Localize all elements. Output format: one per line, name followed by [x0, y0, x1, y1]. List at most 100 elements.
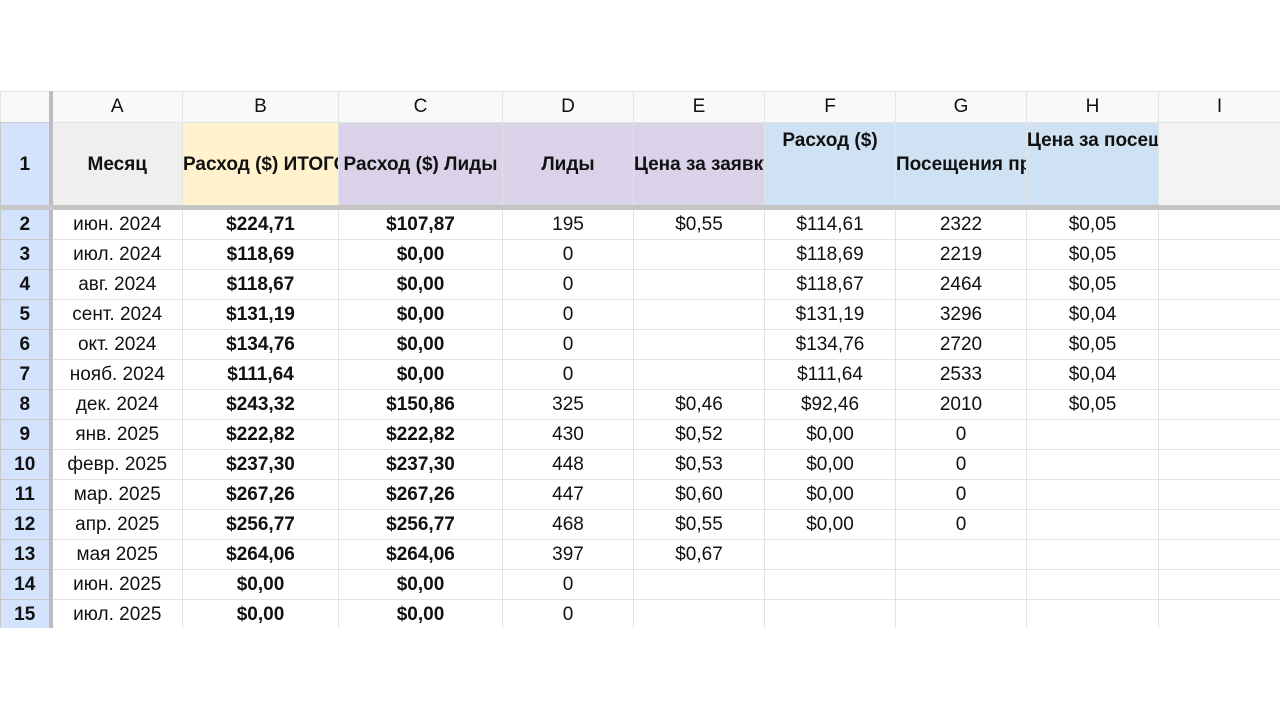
row-number[interactable]: 9: [0, 419, 53, 450]
cell-total-spend[interactable]: $118,67: [182, 269, 339, 300]
cell-profile-visits[interactable]: [895, 599, 1027, 628]
cell-leads-spend[interactable]: $222,82: [338, 419, 503, 450]
cell-month[interactable]: мая 2025: [50, 539, 183, 570]
cell-profile-spend[interactable]: $131,19: [764, 299, 896, 330]
row-number[interactable]: 2: [0, 207, 53, 240]
cell-cost-per-visit[interactable]: [1026, 539, 1159, 570]
cell-leads[interactable]: 0: [502, 329, 634, 360]
cell-cost-per-visit[interactable]: [1026, 419, 1159, 450]
cell-leads[interactable]: 0: [502, 359, 634, 390]
row-number[interactable]: 7: [0, 359, 53, 390]
cell-leads[interactable]: 195: [502, 207, 634, 240]
cell-month[interactable]: сент. 2024: [50, 299, 183, 330]
cell-profile-spend[interactable]: $92,46: [764, 389, 896, 420]
cell-profile-visits[interactable]: 0: [895, 419, 1027, 450]
row-number[interactable]: 4: [0, 269, 53, 300]
cell-empty-i[interactable]: [1158, 329, 1280, 360]
cell-cost-per-visit[interactable]: $0,05: [1026, 269, 1159, 300]
cell-empty-i[interactable]: [1158, 239, 1280, 270]
cell-cost-per-lead[interactable]: [633, 329, 765, 360]
cell-total-spend[interactable]: $0,00: [182, 569, 339, 600]
cell-empty-i[interactable]: [1158, 359, 1280, 390]
cell-total-spend[interactable]: $264,06: [182, 539, 339, 570]
cell-leads[interactable]: 0: [502, 569, 634, 600]
row-number[interactable]: 12: [0, 509, 53, 540]
cell-cost-per-visit[interactable]: $0,05: [1026, 389, 1159, 420]
cell-empty-i[interactable]: [1158, 449, 1280, 480]
cell-profile-spend[interactable]: $0,00: [764, 419, 896, 450]
row-number[interactable]: 8: [0, 389, 53, 420]
cell-leads[interactable]: 397: [502, 539, 634, 570]
cell-cost-per-visit[interactable]: [1026, 449, 1159, 480]
cell-leads[interactable]: 0: [502, 299, 634, 330]
cell-leads-spend[interactable]: $0,00: [338, 329, 503, 360]
cell-cost-per-lead[interactable]: [633, 269, 765, 300]
column-header-f[interactable]: F: [764, 91, 896, 123]
cell-profile-spend[interactable]: $134,76: [764, 329, 896, 360]
cell-total-spend[interactable]: $131,19: [182, 299, 339, 330]
cell-month[interactable]: дек. 2024: [50, 389, 183, 420]
cell-profile-visits[interactable]: 0: [895, 509, 1027, 540]
cell-profile-visits[interactable]: 0: [895, 479, 1027, 510]
cell-empty-i[interactable]: [1158, 299, 1280, 330]
cell-total-spend[interactable]: $134,76: [182, 329, 339, 360]
cell-cost-per-visit[interactable]: $0,04: [1026, 359, 1159, 390]
cell-leads-spend[interactable]: $264,06: [338, 539, 503, 570]
cell-month[interactable]: февр. 2025: [50, 449, 183, 480]
header-leads-spend[interactable]: Расход ($) Лиды: [338, 122, 503, 210]
cell-total-spend[interactable]: $237,30: [182, 449, 339, 480]
select-all-corner[interactable]: [0, 91, 53, 123]
cell-cost-per-lead[interactable]: $0,46: [633, 389, 765, 420]
cell-profile-visits[interactable]: 0: [895, 449, 1027, 480]
cell-month[interactable]: мар. 2025: [50, 479, 183, 510]
cell-leads[interactable]: 325: [502, 389, 634, 420]
cell-profile-spend[interactable]: $0,00: [764, 449, 896, 480]
cell-total-spend[interactable]: $222,82: [182, 419, 339, 450]
cell-month[interactable]: июн. 2025: [50, 569, 183, 600]
row-number[interactable]: 13: [0, 539, 53, 570]
cell-profile-visits[interactable]: 2322: [895, 207, 1027, 240]
cell-profile-spend[interactable]: $118,67: [764, 269, 896, 300]
cell-total-spend[interactable]: $111,64: [182, 359, 339, 390]
cell-profile-visits[interactable]: 2720: [895, 329, 1027, 360]
row-number[interactable]: 11: [0, 479, 53, 510]
cell-leads[interactable]: 430: [502, 419, 634, 450]
cell-profile-visits[interactable]: 2010: [895, 389, 1027, 420]
row-number[interactable]: 14: [0, 569, 53, 600]
cell-total-spend[interactable]: $243,32: [182, 389, 339, 420]
cell-leads-spend[interactable]: $0,00: [338, 239, 503, 270]
header-leads[interactable]: Лиды: [502, 122, 634, 210]
cell-cost-per-lead[interactable]: [633, 299, 765, 330]
cell-leads-spend[interactable]: $0,00: [338, 569, 503, 600]
column-header-d[interactable]: D: [502, 91, 634, 123]
header-profile-spend[interactable]: Расход ($): [764, 122, 896, 210]
cell-profile-visits[interactable]: 2219: [895, 239, 1027, 270]
cell-empty-i[interactable]: [1158, 539, 1280, 570]
cell-cost-per-visit[interactable]: [1026, 479, 1159, 510]
cell-profile-visits[interactable]: 3296: [895, 299, 1027, 330]
cell-empty-i[interactable]: [1158, 479, 1280, 510]
cell-profile-visits[interactable]: 2464: [895, 269, 1027, 300]
cell-month[interactable]: янв. 2025: [50, 419, 183, 450]
cell-cost-per-lead[interactable]: [633, 239, 765, 270]
cell-leads-spend[interactable]: $0,00: [338, 599, 503, 628]
column-header-e[interactable]: E: [633, 91, 765, 123]
cell-cost-per-lead[interactable]: $0,67: [633, 539, 765, 570]
cell-cost-per-lead[interactable]: [633, 359, 765, 390]
cell-profile-visits[interactable]: 2533: [895, 359, 1027, 390]
header-empty-i[interactable]: [1158, 122, 1280, 210]
cell-cost-per-lead[interactable]: [633, 599, 765, 628]
cell-empty-i[interactable]: [1158, 419, 1280, 450]
row-number[interactable]: 6: [0, 329, 53, 360]
cell-leads-spend[interactable]: $237,30: [338, 449, 503, 480]
row-number[interactable]: 1: [0, 122, 53, 210]
cell-total-spend[interactable]: $0,00: [182, 599, 339, 628]
cell-leads-spend[interactable]: $107,87: [338, 207, 503, 240]
cell-profile-visits[interactable]: [895, 569, 1027, 600]
cell-leads[interactable]: 0: [502, 599, 634, 628]
column-header-b[interactable]: B: [182, 91, 339, 123]
cell-cost-per-visit[interactable]: [1026, 509, 1159, 540]
cell-profile-spend[interactable]: $0,00: [764, 479, 896, 510]
cell-leads[interactable]: 447: [502, 479, 634, 510]
cell-leads[interactable]: 0: [502, 239, 634, 270]
